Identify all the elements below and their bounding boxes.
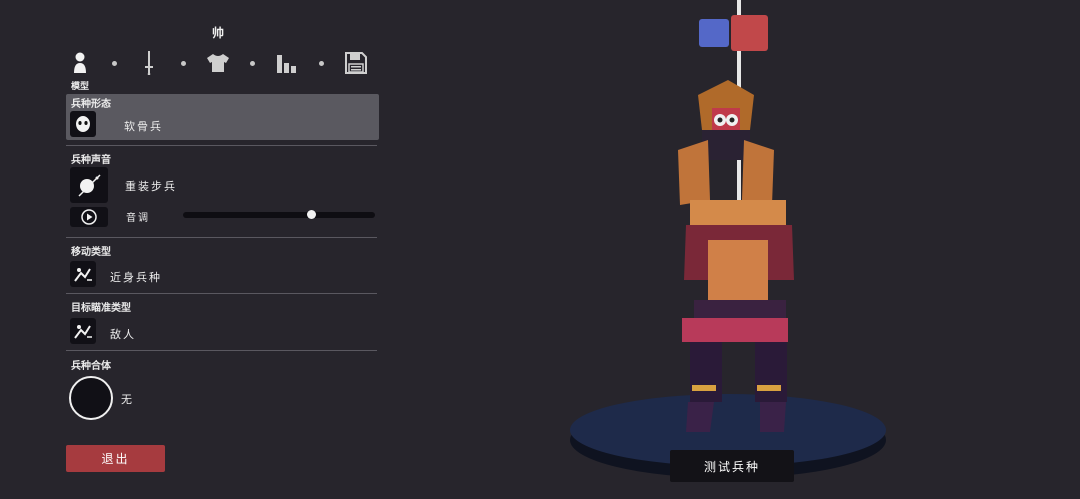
tab-separator [250, 61, 255, 66]
tab-save[interactable] [344, 50, 368, 76]
team-blue-button[interactable] [699, 19, 729, 47]
section-title-voice: 兵种声音 [71, 155, 111, 166]
divider [66, 237, 377, 238]
unit-preview-scene [570, 0, 886, 478]
voice-value: 重装步兵 [125, 180, 177, 193]
play-voice-button[interactable] [70, 207, 108, 227]
movement-selector-button[interactable] [70, 261, 96, 287]
targeting-value: 敌人 [110, 328, 136, 341]
unit-form-icon-box [70, 111, 96, 137]
voice-selector-button[interactable] [70, 167, 108, 203]
pitch-slider-handle[interactable] [307, 210, 317, 219]
movement-value: 近身兵种 [110, 271, 162, 284]
target-enemy-icon [74, 325, 92, 339]
sword-icon [145, 51, 153, 75]
tab-stats[interactable] [275, 50, 299, 76]
play-icon [81, 209, 97, 225]
tab-clothing[interactable] [206, 50, 230, 76]
divider [66, 145, 377, 146]
mask-face-icon [76, 116, 90, 132]
stats-bars-icon [277, 55, 296, 73]
merge-selector-button[interactable] [69, 376, 113, 420]
section-title-merge: 兵种合体 [71, 361, 111, 372]
team-red-button[interactable] [731, 15, 768, 51]
pitch-slider[interactable] [183, 210, 375, 219]
unit-form-selector[interactable] [66, 94, 379, 140]
tab-model-label: 模型 [71, 82, 90, 92]
section-title-movement: 移动类型 [71, 247, 111, 258]
tab-separator [319, 61, 324, 66]
cymbal-icon [78, 174, 101, 197]
divider [66, 293, 377, 294]
editor-tabs [68, 50, 368, 78]
section-title-targeting: 目标瞄准类型 [71, 303, 131, 314]
test-unit-button[interactable]: 测试兵种 [670, 450, 794, 482]
tab-weapons[interactable] [137, 50, 161, 76]
targeting-selector-button[interactable] [70, 318, 96, 344]
tab-separator [181, 61, 186, 66]
save-icon [345, 52, 367, 74]
shirt-icon [207, 54, 229, 72]
tab-separator [112, 61, 117, 66]
exit-button[interactable]: 退出 [66, 445, 165, 472]
pitch-label: 音调 [126, 213, 150, 224]
melee-unit-icon [74, 268, 92, 282]
merge-value: 无 [121, 393, 134, 406]
tab-model[interactable] [68, 50, 92, 76]
unit-form-value: 软骨兵 [124, 120, 163, 133]
divider [66, 350, 377, 351]
unit-model-icon [74, 52, 86, 73]
unit-name-title: 帅 [211, 26, 224, 40]
samurai-unit-model [678, 80, 794, 432]
section-title-form: 兵种形态 [71, 99, 111, 110]
